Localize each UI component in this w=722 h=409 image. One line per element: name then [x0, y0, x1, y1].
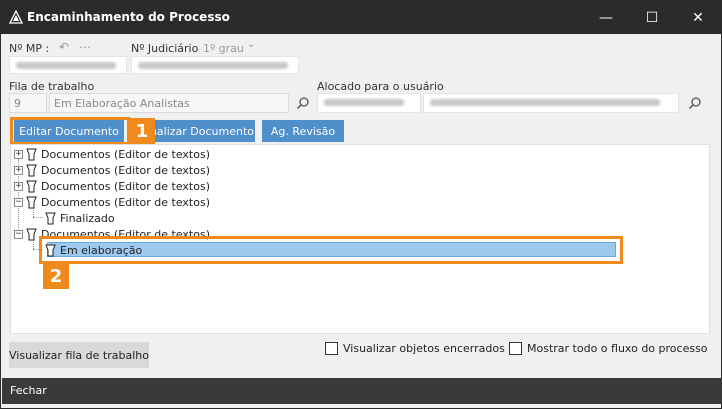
- close-button[interactable]: Fechar: [10, 384, 47, 397]
- checkbox-label: Visualizar objetos encerrados: [343, 342, 505, 355]
- queue-label: Fila de trabalho: [9, 80, 95, 93]
- queue-search-button[interactable]: [293, 93, 313, 113]
- expand-icon[interactable]: +: [14, 182, 23, 191]
- assigned-user-label: Alocado para o usuário: [317, 80, 444, 93]
- tree-node[interactable]: Finalizado: [45, 211, 115, 226]
- expand-icon[interactable]: +: [14, 166, 23, 175]
- document-icon: [26, 196, 37, 209]
- tree-node[interactable]: + Documentos (Editor de textos): [14, 147, 210, 162]
- mp-number-label: Nº MP :: [9, 42, 50, 55]
- assigned-user-name-field[interactable]: [423, 93, 679, 113]
- show-full-flow-checkbox[interactable]: Mostrar todo o fluxo do processo: [509, 342, 708, 355]
- callout-badge-1: 1: [129, 118, 155, 144]
- await-review-button[interactable]: Ag. Revisão: [262, 120, 344, 142]
- expand-icon[interactable]: +: [14, 150, 23, 159]
- checkbox-label: Mostrar todo o fluxo do processo: [527, 342, 708, 355]
- tree-node[interactable]: + Documentos (Editor de textos): [14, 163, 210, 178]
- assigned-user-code-field[interactable]: [317, 93, 421, 113]
- window-title: Encaminhamento do Processo: [27, 10, 230, 24]
- document-icon: [26, 164, 37, 177]
- tree-node[interactable]: − Documentos (Editor de textos): [14, 195, 210, 210]
- tree-node-label: Documentos (Editor de textos): [41, 148, 210, 161]
- callout-frame-1: [10, 117, 130, 145]
- minimize-button[interactable]: —: [583, 1, 629, 34]
- callout-badge-2: 2: [43, 263, 69, 289]
- title-bar: Encaminhamento do Processo — ☐ ✕: [1, 1, 721, 34]
- undo-icon[interactable]: ↶: [59, 40, 69, 54]
- document-icon: [26, 228, 37, 241]
- document-icon: [26, 148, 37, 161]
- checkbox-box[interactable]: [509, 342, 522, 355]
- tree-node-label: Documentos (Editor de textos): [41, 180, 210, 193]
- mp-number-field[interactable]: [9, 56, 127, 74]
- chevron-down-icon[interactable]: ⌄: [247, 39, 255, 50]
- close-window-button[interactable]: ✕: [675, 1, 721, 34]
- judicial-number-label: Nº Judiciário: [131, 42, 199, 55]
- tree-node[interactable]: + Documentos (Editor de textos): [14, 179, 210, 194]
- search-icon: [296, 97, 309, 110]
- search-icon: [688, 97, 701, 110]
- callout-frame-2: [39, 236, 623, 264]
- judicial-level: 1º grau: [203, 42, 244, 55]
- queue-code-field[interactable]: 9: [9, 93, 47, 113]
- collapse-icon[interactable]: −: [14, 230, 23, 239]
- tree-node-label: Finalizado: [60, 212, 115, 225]
- maximize-button[interactable]: ☐: [629, 1, 675, 34]
- queue-name-field[interactable]: Em Elaboração Analistas: [49, 93, 289, 113]
- show-closed-objects-checkbox[interactable]: Visualizar objetos encerrados: [325, 342, 505, 355]
- judicial-number-field[interactable]: [131, 56, 299, 74]
- document-icon: [26, 180, 37, 193]
- tree-guide: [33, 217, 43, 218]
- app-logo-icon: [9, 10, 23, 24]
- more-icon[interactable]: ⋯: [79, 40, 91, 54]
- finalize-document-button[interactable]: nalizar Documento: [149, 120, 255, 142]
- footer-bar: Fechar: [2, 378, 722, 404]
- user-search-button[interactable]: [685, 93, 705, 113]
- checkbox-box[interactable]: [325, 342, 338, 355]
- document-icon: [45, 212, 56, 225]
- tree-node-label: Documentos (Editor de textos): [41, 164, 210, 177]
- process-routing-window: Encaminhamento do Processo — ☐ ✕ Nº MP :…: [0, 0, 722, 409]
- view-queue-button[interactable]: Visualizar fila de trabalho: [9, 342, 149, 368]
- collapse-icon[interactable]: −: [14, 198, 23, 207]
- tree-node-label: Documentos (Editor de textos): [41, 196, 210, 209]
